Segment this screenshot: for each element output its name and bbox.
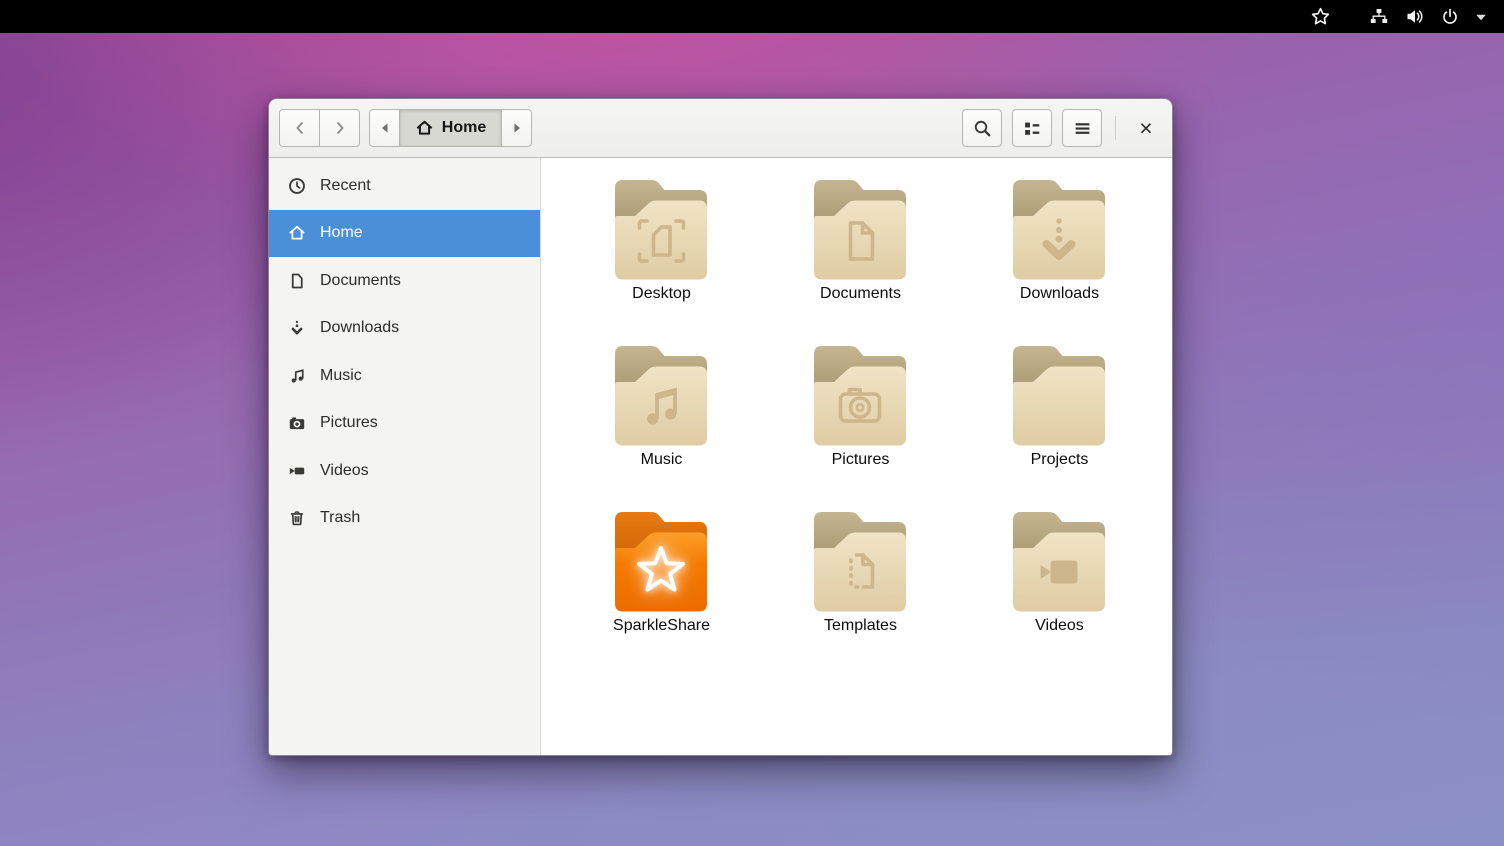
files-headerbar: Home × xyxy=(269,99,1172,158)
music-note-icon xyxy=(288,367,306,385)
folder-label: Desktop xyxy=(632,285,691,303)
triangle-left-icon xyxy=(382,124,388,133)
headerbar-actions: × xyxy=(962,109,1162,147)
folder-label: SparkleShare xyxy=(613,617,710,635)
sidebar-item-trash[interactable]: Trash xyxy=(269,495,540,543)
chevron-down-icon[interactable] xyxy=(1474,11,1488,23)
network-workgroup-icon[interactable] xyxy=(1370,8,1388,25)
close-icon: × xyxy=(1139,117,1152,140)
folder-item-videos[interactable]: Videos xyxy=(960,509,1159,675)
chevron-right-icon xyxy=(338,123,343,133)
folder-label: Pictures xyxy=(832,451,890,469)
download-icon xyxy=(288,319,306,337)
recent-clock-icon xyxy=(288,177,306,195)
history-nav-group xyxy=(279,109,360,147)
sidebar-item-home[interactable]: Home xyxy=(269,210,540,258)
files-view: Desktop Documents xyxy=(541,158,1172,755)
sidebar-item-label: Pictures xyxy=(320,414,378,432)
search-button[interactable] xyxy=(962,109,1002,147)
sidebar-item-pictures[interactable]: Pictures xyxy=(269,400,540,448)
icon-grid: Desktop Documents xyxy=(562,177,1172,675)
folder-icon xyxy=(610,177,714,283)
folder-icon xyxy=(1008,177,1112,283)
folder-item-desktop[interactable]: Desktop xyxy=(562,177,761,343)
favorites-star-icon[interactable] xyxy=(1311,7,1330,26)
camera-icon xyxy=(288,414,306,432)
path-home-label: Home xyxy=(442,119,486,137)
trash-icon xyxy=(288,509,306,527)
sidebar-item-downloads[interactable]: Downloads xyxy=(269,305,540,353)
hamburger-menu-icon xyxy=(1073,119,1092,138)
folder-icon xyxy=(809,509,913,615)
headerbar-separator xyxy=(1115,116,1116,140)
folder-icon xyxy=(1008,509,1112,615)
folder-label: Projects xyxy=(1031,451,1089,469)
folder-label: Videos xyxy=(1035,617,1084,635)
forward-button[interactable] xyxy=(319,109,360,147)
view-options-button[interactable] xyxy=(1012,109,1052,147)
folder-item-sparkleshare[interactable]: SparkleShare xyxy=(562,509,761,675)
document-icon xyxy=(288,272,306,290)
search-icon xyxy=(973,119,992,138)
folder-label: Documents xyxy=(820,285,901,303)
folder-icon-orange xyxy=(610,509,714,615)
folder-label: Music xyxy=(641,451,683,469)
back-button[interactable] xyxy=(279,109,320,147)
folder-item-documents[interactable]: Documents xyxy=(761,177,960,343)
sidebar-item-label: Home xyxy=(320,224,363,242)
home-icon xyxy=(288,224,306,242)
folder-icon xyxy=(1008,343,1112,449)
folder-item-templates[interactable]: Templates xyxy=(761,509,960,675)
folder-item-pictures[interactable]: Pictures xyxy=(761,343,960,509)
system-tray xyxy=(1311,7,1488,26)
sidebar-item-label: Music xyxy=(320,367,362,385)
path-scroll-right-button[interactable] xyxy=(501,109,532,147)
triangle-right-icon xyxy=(514,124,520,133)
sidebar-item-label: Recent xyxy=(320,177,371,195)
folder-item-downloads[interactable]: Downloads xyxy=(960,177,1159,343)
sidebar-item-label: Videos xyxy=(320,462,369,480)
folder-item-projects[interactable]: Projects xyxy=(960,343,1159,509)
list-view-icon xyxy=(1023,119,1042,138)
path-scroll-left-button[interactable] xyxy=(369,109,400,147)
sidebar-item-music[interactable]: Music xyxy=(269,352,540,400)
path-home-button[interactable]: Home xyxy=(399,109,502,147)
power-icon[interactable] xyxy=(1441,8,1459,26)
window-content: Recent Home Documents xyxy=(269,158,1172,755)
close-window-button[interactable]: × xyxy=(1130,109,1162,147)
sidebar-item-label: Documents xyxy=(320,272,401,290)
folder-item-music[interactable]: Music xyxy=(562,343,761,509)
places-sidebar: Recent Home Documents xyxy=(269,158,541,755)
sidebar-item-videos[interactable]: Videos xyxy=(269,447,540,495)
folder-label: Downloads xyxy=(1020,285,1099,303)
chevron-left-icon xyxy=(297,123,302,133)
sidebar-item-label: Downloads xyxy=(320,319,399,337)
folder-icon xyxy=(610,343,714,449)
path-bar: Home xyxy=(369,109,532,147)
home-icon xyxy=(415,119,434,137)
folder-icon xyxy=(809,177,913,283)
sidebar-item-recent[interactable]: Recent xyxy=(269,162,540,210)
sidebar-item-documents[interactable]: Documents xyxy=(269,257,540,305)
gnome-top-bar xyxy=(0,0,1504,33)
sidebar-item-label: Trash xyxy=(320,509,360,527)
folder-icon xyxy=(809,343,913,449)
files-window: Home × xyxy=(268,98,1173,756)
video-camera-icon xyxy=(288,462,306,480)
folder-label: Templates xyxy=(824,617,897,635)
volume-icon[interactable] xyxy=(1406,8,1425,25)
desktop-screen: Home × xyxy=(0,0,1504,846)
menu-button[interactable] xyxy=(1062,109,1102,147)
